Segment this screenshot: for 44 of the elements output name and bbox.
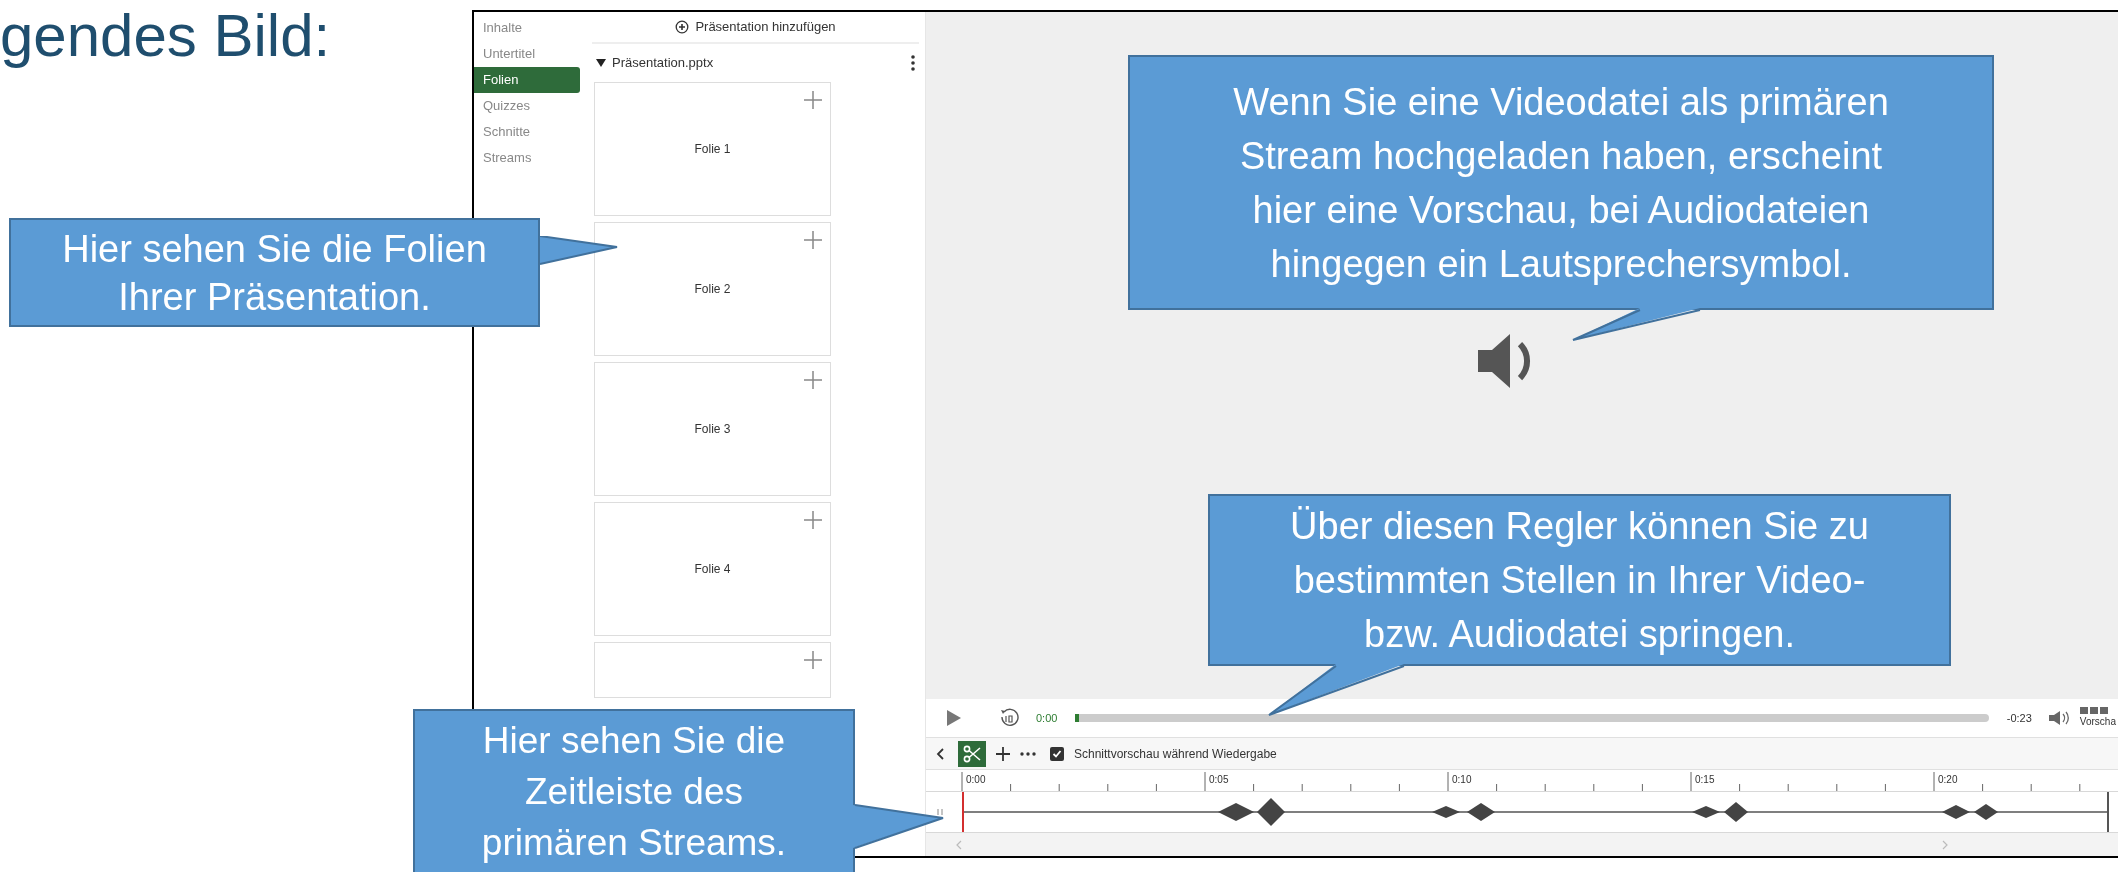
nav-tab[interactable]: Folien	[474, 67, 580, 93]
nav-tab[interactable]: Quizzes	[474, 93, 586, 119]
chevron-left-icon[interactable]	[936, 747, 944, 760]
more-options-icon[interactable]	[911, 55, 915, 71]
nav-tab[interactable]: Inhalte	[474, 15, 586, 41]
slide-label: Folie 3	[694, 421, 731, 438]
seek-slider[interactable]	[1075, 714, 1989, 722]
slide-label: Folie 4	[694, 561, 731, 578]
more-icon[interactable]	[1020, 751, 1036, 756]
scissors-button[interactable]	[958, 740, 986, 767]
volume-icon[interactable]	[2047, 710, 2070, 726]
plus-icon[interactable]	[996, 746, 1010, 761]
play-icon[interactable]	[946, 709, 962, 727]
slide-card[interactable]: Folie 1	[594, 82, 831, 216]
expand-triangle-icon[interactable]	[596, 59, 606, 67]
file-name[interactable]: Präsentation.pptx	[612, 53, 905, 73]
callout: Hier sehen Sie die Folien Ihrer Präsentation.	[9, 218, 540, 327]
add-presentation-link[interactable]: Präsentation hinzufügen	[695, 17, 836, 37]
tick-label: 0:15	[1695, 773, 1715, 787]
elapsed-time: 0:00	[1036, 710, 1058, 726]
callout: Wenn Sie eine Videodatei als primären Stream hochgeladen haben, erscheint hier eine Vorschau, bei Audiodateien hingegen ein Lautsprechersymbol.	[1128, 55, 1994, 310]
scissors-icon	[963, 744, 981, 763]
slide-label: Folie 1	[694, 141, 731, 158]
nav-tab[interactable]: Untertitel	[474, 41, 586, 67]
tick-label: 0:10	[1452, 773, 1472, 787]
checkbox-label[interactable]: Schnittvorschau während Wiedergabe	[1074, 744, 1277, 763]
replay-ten-icon[interactable]	[998, 707, 1020, 729]
tick-label: 0:00	[966, 773, 986, 787]
slide-card[interactable]: Folie 3	[594, 362, 831, 496]
nav-tab[interactable]: Schnitte	[474, 119, 586, 145]
nav-tab[interactable]: Streams	[474, 145, 586, 171]
slide-title: gendes Bild:	[0, 1, 331, 71]
layout-icon[interactable]	[2079, 707, 2108, 714]
slide-label: Folie 2	[694, 281, 731, 298]
tick-label: 0:20	[1938, 773, 1958, 787]
slide-card[interactable]: Folie 2	[594, 222, 831, 356]
preview-label[interactable]: Vorscha	[2079, 714, 2116, 729]
add-circle-icon[interactable]	[675, 20, 690, 34]
tick-label: 0:05	[1209, 773, 1229, 787]
slide-card[interactable]: Folie 4	[594, 502, 831, 636]
checkbox[interactable]	[1050, 746, 1064, 761]
callout: Hier sehen Sie die Zeitleiste des primären Streams.	[413, 709, 855, 872]
remaining-time: -0:23	[2006, 710, 2032, 726]
track-marker-icon	[936, 807, 946, 817]
